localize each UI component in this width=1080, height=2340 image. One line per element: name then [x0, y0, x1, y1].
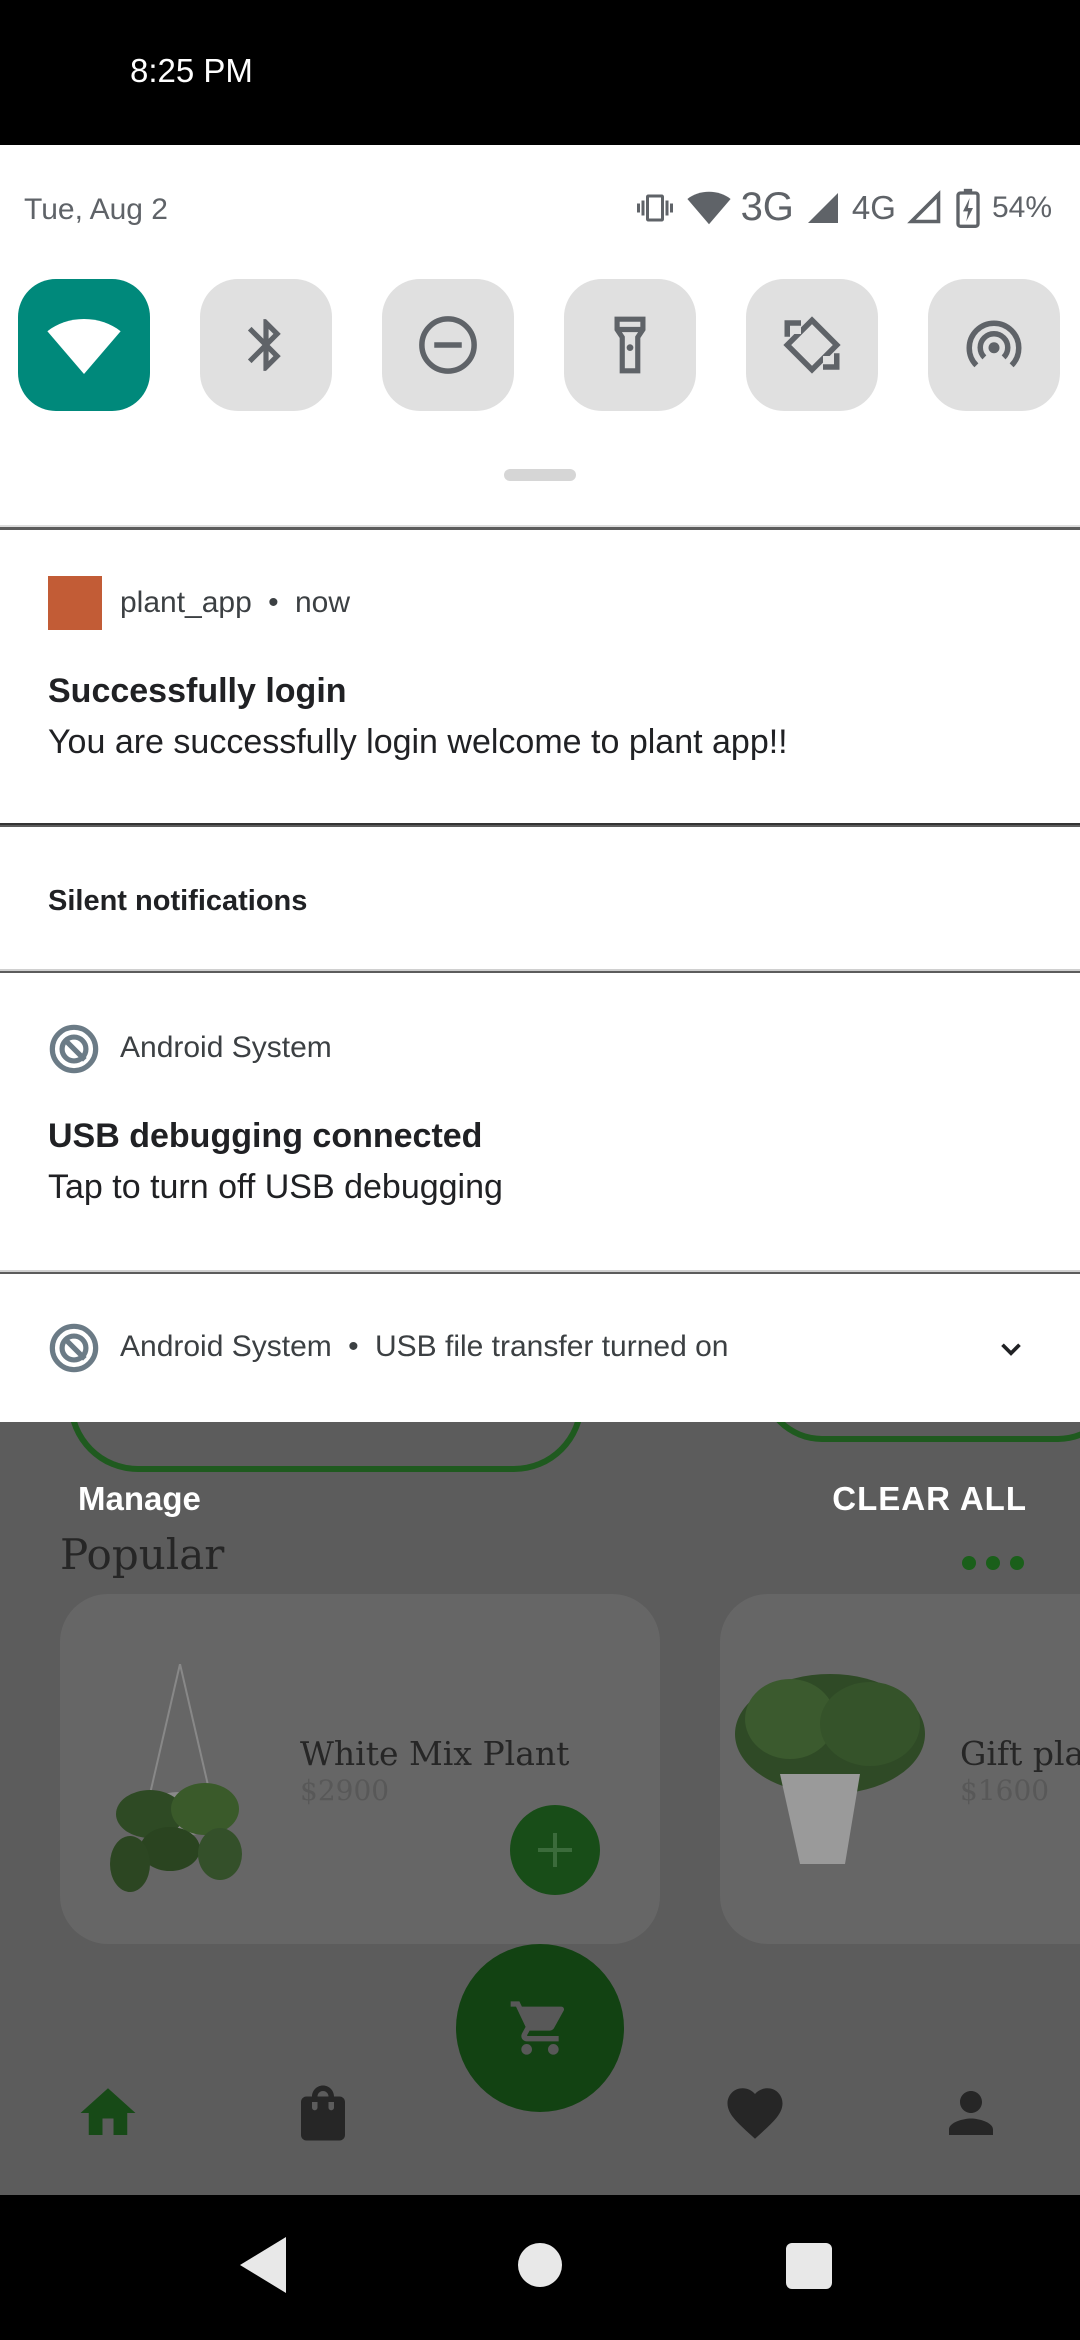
add-to-cart-button[interactable]	[510, 1805, 600, 1895]
vibrate-icon	[636, 194, 673, 221]
recents-icon[interactable]	[786, 2243, 832, 2289]
profile-icon[interactable]	[938, 2080, 1004, 2146]
notification-header: plant_app • now	[120, 586, 350, 620]
chevron-down-icon[interactable]	[994, 1332, 1028, 1366]
clear-all-button[interactable]: CLEAR ALL	[832, 1480, 1027, 1518]
tile-wifi[interactable]	[18, 279, 150, 411]
tile-hotspot[interactable]	[928, 279, 1060, 411]
auto-rotate-icon	[781, 314, 843, 376]
tile-bluetooth[interactable]	[200, 279, 332, 411]
product-name: Gift plan	[960, 1734, 1080, 1773]
battery-percent: 54%	[991, 190, 1052, 224]
wifi-icon	[47, 319, 121, 374]
home-icon[interactable]	[75, 2080, 141, 2146]
clock: 8:25 PM	[130, 52, 253, 89]
notification-usb-debugging[interactable]: Android System USB debugging connected T…	[0, 973, 1080, 1272]
signal-outline-icon	[907, 189, 941, 223]
separator: •	[268, 586, 279, 619]
silent-notifications-section: Silent notifications	[0, 827, 1080, 971]
tile-do-not-disturb[interactable]	[382, 279, 514, 411]
system-navigation-bar	[0, 2195, 1080, 2340]
product-price: $2900	[300, 1774, 390, 1807]
notification-time: now	[295, 586, 351, 619]
notification-title: Successfully login	[48, 672, 347, 710]
notification-text: You are successfully login welcome to pl…	[48, 723, 788, 761]
notification-usb-file-transfer[interactable]: Android System • USB file transfer turne…	[0, 1274, 1080, 1422]
cart-icon	[510, 2001, 565, 2055]
android-system-icon	[49, 1024, 99, 1074]
app-name: plant_app	[120, 586, 252, 619]
cart-button[interactable]	[456, 1944, 624, 2112]
notification-text: Tap to turn off USB debugging	[48, 1168, 503, 1206]
tile-auto-rotate[interactable]	[746, 279, 878, 411]
potted-plant-image	[735, 1674, 925, 1864]
tile-flashlight[interactable]	[564, 279, 696, 411]
app-name: Android System	[120, 1330, 332, 1363]
android-system-icon	[49, 1323, 99, 1373]
more-options-icon[interactable]	[962, 1556, 1024, 1570]
status-bar: 8:25 PM	[0, 0, 1080, 145]
notification-plant-app[interactable]: plant_app • now Successfully login You a…	[0, 530, 1080, 825]
date-label: Tue, Aug 2	[24, 193, 168, 226]
battery-charging-icon	[956, 188, 980, 228]
quick-settings-panel: Tue, Aug 2 3G 4G 54%	[0, 145, 1080, 527]
bluetooth-icon	[247, 319, 281, 371]
notification-header: Android System • USB file transfer turne…	[120, 1330, 728, 1364]
network-4g-label: 4G	[851, 188, 896, 226]
notification-title: USB debugging connected	[48, 1117, 483, 1155]
back-icon[interactable]	[240, 2237, 286, 2293]
silent-notifications-header: Silent notifications	[48, 885, 308, 917]
hotspot-icon	[966, 320, 1022, 368]
flashlight-icon	[614, 316, 646, 374]
separator: •	[348, 1330, 359, 1363]
manage-button[interactable]: Manage	[78, 1480, 201, 1518]
system-status-icons: 3G 4G 54%	[633, 185, 1052, 230]
product-card[interactable]: Gift plan $1600	[720, 1594, 1080, 1944]
network-3g-label: 3G	[740, 185, 794, 229]
home-nav-icon[interactable]	[518, 2243, 562, 2287]
plant-app-icon	[48, 576, 102, 630]
wifi-status-icon	[686, 191, 731, 224]
do-not-disturb-icon	[419, 316, 477, 374]
app-name: Android System	[120, 1031, 332, 1064]
product-name: White Mix Plant	[300, 1734, 570, 1773]
product-price: $1600	[960, 1774, 1050, 1807]
favorite-icon[interactable]	[722, 2080, 788, 2146]
hanging-plant-image	[110, 1664, 242, 1892]
shopping-bag-icon[interactable]	[290, 2080, 356, 2146]
notification-text: USB file transfer turned on	[374, 1330, 729, 1363]
popular-section-title: Popular	[60, 1530, 225, 1579]
signal-icon	[807, 192, 838, 223]
drag-handle[interactable]	[504, 469, 576, 481]
